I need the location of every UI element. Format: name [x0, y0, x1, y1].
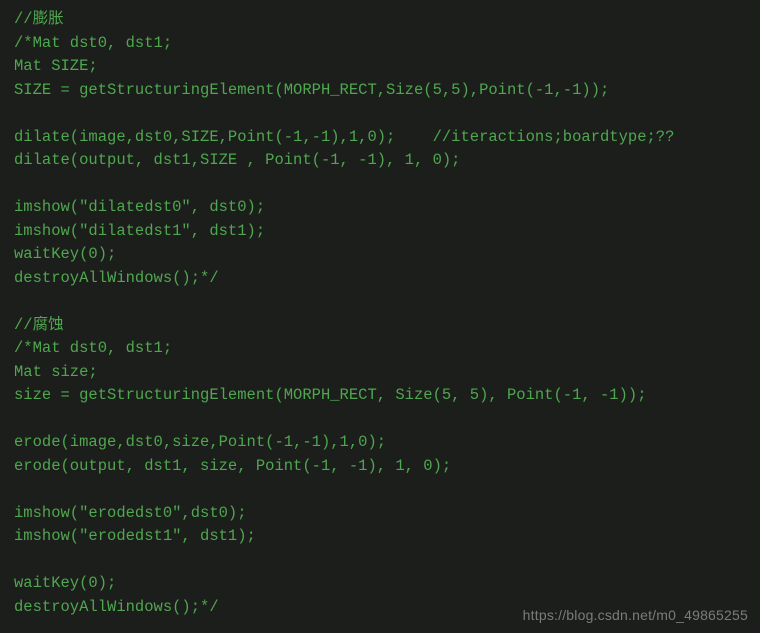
code-line: /*Mat dst0, dst1;	[14, 339, 172, 357]
code-line: Mat size;	[14, 363, 98, 381]
code-line: dilate(output, dst1,SIZE , Point(-1, -1)…	[14, 151, 460, 169]
watermark: https://blog.csdn.net/m0_49865255	[523, 607, 748, 623]
code-line: erode(image,dst0,size,Point(-1,-1),1,0);	[14, 433, 386, 451]
code-line: imshow("erodedst0",dst0);	[14, 504, 247, 522]
code-line: size = getStructuringElement(MORPH_RECT,…	[14, 386, 647, 404]
code-line: destroyAllWindows();*/	[14, 598, 219, 616]
code-line: imshow("erodedst1", dst1);	[14, 527, 256, 545]
code-line: erode(output, dst1, size, Point(-1, -1),…	[14, 457, 451, 475]
code-line: //膨胀	[14, 10, 64, 28]
code-line: SIZE = getStructuringElement(MORPH_RECT,…	[14, 81, 609, 99]
code-line: dilate(image,dst0,SIZE,Point(-1,-1),1,0)…	[14, 128, 674, 146]
code-block: //膨胀 /*Mat dst0, dst1; Mat SIZE; SIZE = …	[0, 0, 760, 627]
code-line: waitKey(0);	[14, 574, 116, 592]
code-line: //腐蚀	[14, 316, 64, 334]
code-line: imshow("dilatedst0", dst0);	[14, 198, 265, 216]
code-line: waitKey(0);	[14, 245, 116, 263]
code-line: destroyAllWindows();*/	[14, 269, 219, 287]
code-line: Mat SIZE;	[14, 57, 98, 75]
code-line: imshow("dilatedst1", dst1);	[14, 222, 265, 240]
code-line: /*Mat dst0, dst1;	[14, 34, 172, 52]
